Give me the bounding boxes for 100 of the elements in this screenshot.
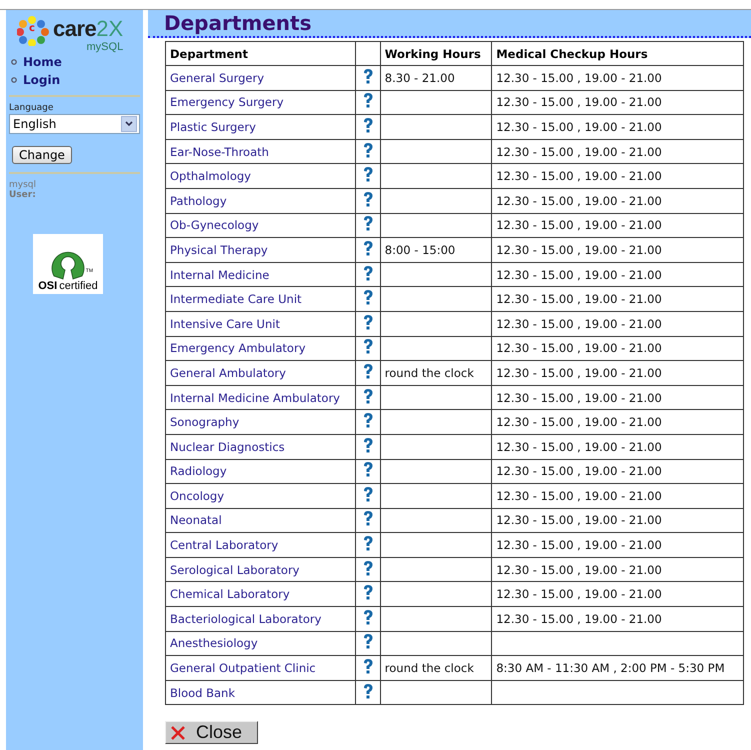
page-title: Departments [164,11,312,35]
department-link[interactable]: Opthalmology [170,169,251,184]
help-icon[interactable] [362,289,374,306]
table-cell: 12.30 - 15.00 , 19.00 - 21.00 [492,164,744,188]
bullet-icon [11,77,17,83]
department-link[interactable]: Internal Medicine [170,268,270,282]
help-icon[interactable] [362,560,374,577]
table-cell: 12.30 - 15.00 , 19.00 - 21.00 [492,606,744,632]
column-header: Department [166,42,356,66]
nav-link[interactable]: Login [9,71,140,89]
bullet-icon [11,59,17,65]
help-icon[interactable] [362,633,374,650]
table-cell: 12.30 - 15.00 , 19.00 - 21.00 [492,484,744,508]
help-icon[interactable] [362,314,374,331]
help-icon[interactable] [362,116,374,134]
help-icon[interactable] [362,658,374,676]
department-link[interactable]: Neonatal [170,513,222,528]
department-link[interactable]: Plastic Surgery [170,120,256,134]
logo-name: care [53,16,96,42]
table-cell: 8:00 - 15:00 [380,238,492,262]
department-link[interactable]: Internal Medicine Ambulatory [170,390,340,405]
department-link[interactable]: Oncology [170,488,224,503]
table-cell: 12.30 - 15.00 , 19.00 - 21.00 [492,238,744,262]
table-cell: round the clock [380,360,492,386]
help-icon[interactable] [362,388,374,405]
department-link[interactable]: Radiology [170,464,227,478]
caret-icon [125,121,133,127]
close-icon [170,724,186,741]
department-link[interactable]: Chemical Laboratory [170,587,290,602]
table-cell: 12.30 - 15.00 , 19.00 - 21.00 [492,66,744,90]
help-icon[interactable] [362,584,374,602]
department-link[interactable]: Blood Bank [170,686,235,700]
change-button[interactable]: Change [12,146,72,164]
table-cell: 12.30 - 15.00 , 19.00 - 21.00 [492,532,744,558]
department-link[interactable]: General Outpatient Clinic [170,661,316,676]
department-link[interactable]: Anesthesiology [170,636,258,650]
table-cell: 12.30 - 15.00 , 19.00 - 21.00 [492,311,744,336]
table-cell: 12.30 - 15.00 , 19.00 - 21.00 [492,410,744,434]
table-cell: 12.30 - 15.00 , 19.00 - 21.00 [492,508,744,533]
department-link[interactable]: Physical Therapy [170,242,268,257]
department-link[interactable]: Sonography [170,415,240,430]
department-link[interactable]: Central Laboratory [170,538,278,552]
department-link[interactable]: Intensive Care Unit [170,316,280,331]
help-icon[interactable] [362,68,374,85]
table-cell: 8.30 - 21.00 [380,66,492,90]
table-cell: round the clock [380,656,492,680]
help-icon[interactable] [362,682,374,700]
table-cell: 12.30 - 15.00 , 19.00 - 21.00 [492,213,744,238]
help-icon[interactable] [362,190,374,208]
close-button[interactable]: Close [165,721,258,744]
table-cell: 12.30 - 15.00 , 19.00 - 21.00 [492,139,744,164]
department-link[interactable]: Ear-Nose-Throath [170,144,269,159]
department-link[interactable]: General Surgery [170,70,264,85]
department-link[interactable]: Nuclear Diagnostics [170,440,285,454]
department-link[interactable]: Serological Laboratory [170,562,300,577]
department-link[interactable]: Pathology [170,194,227,208]
column-header: Working Hours [380,42,492,66]
help-icon[interactable] [362,608,374,626]
logo-subtitle: mySQL [86,42,124,53]
table-cell: 12.30 - 15.00 , 19.00 - 21.00 [492,385,744,410]
department-link[interactable]: Emergency Ambulatory [170,341,306,356]
logo-letter: c [29,23,35,34]
table-cell: 12.30 - 15.00 , 19.00 - 21.00 [492,286,744,312]
help-icon[interactable] [362,166,374,184]
department-link[interactable]: Intermediate Care Unit [170,292,302,306]
help-icon[interactable] [362,486,374,503]
table-cell: 12.30 - 15.00 , 19.00 - 21.00 [492,114,744,140]
department-link[interactable]: General Ambulatory [170,366,286,380]
database-label: mysql [9,180,37,190]
department-link[interactable]: Ob-Gynecology [170,218,259,232]
table-cell: 12.30 - 15.00 , 19.00 - 21.00 [492,459,744,484]
badge-brand: OSI [38,280,58,292]
nav-link[interactable]: Home [9,53,140,71]
user-label: User: [9,190,37,200]
table-cell: 12.30 - 15.00 , 19.00 - 21.00 [492,557,744,582]
table-cell: 12.30 - 15.00 , 19.00 - 21.00 [492,336,744,361]
department-link[interactable]: Bacteriological Laboratory [170,612,322,626]
badge-text: certified [59,280,98,292]
logo-dots-icon [17,16,51,46]
help-icon[interactable] [362,436,374,454]
help-icon[interactable] [362,264,374,282]
help-icon[interactable] [362,535,374,552]
logo-suffix: 2X [96,16,124,42]
table-cell: 8:30 AM - 11:30 AM , 2:00 PM - 5:30 PM [492,656,744,680]
help-icon[interactable] [362,142,374,159]
help-icon[interactable] [362,215,374,232]
language-label: Language [9,103,54,113]
help-icon[interactable] [362,412,374,430]
help-icon[interactable] [362,92,374,110]
table-cell: 12.30 - 15.00 , 19.00 - 21.00 [492,90,744,115]
help-icon[interactable] [362,240,374,257]
column-header: Medical Checkup Hours [492,42,744,66]
help-icon[interactable] [362,338,374,356]
language-select[interactable]: English [9,114,140,134]
department-link[interactable]: Emergency Surgery [170,95,284,110]
help-icon[interactable] [362,510,374,528]
table-cell: 12.30 - 15.00 , 19.00 - 21.00 [492,188,744,214]
help-icon[interactable] [362,362,374,380]
table-cell: 12.30 - 15.00 , 19.00 - 21.00 [492,360,744,386]
help-icon[interactable] [362,461,374,478]
